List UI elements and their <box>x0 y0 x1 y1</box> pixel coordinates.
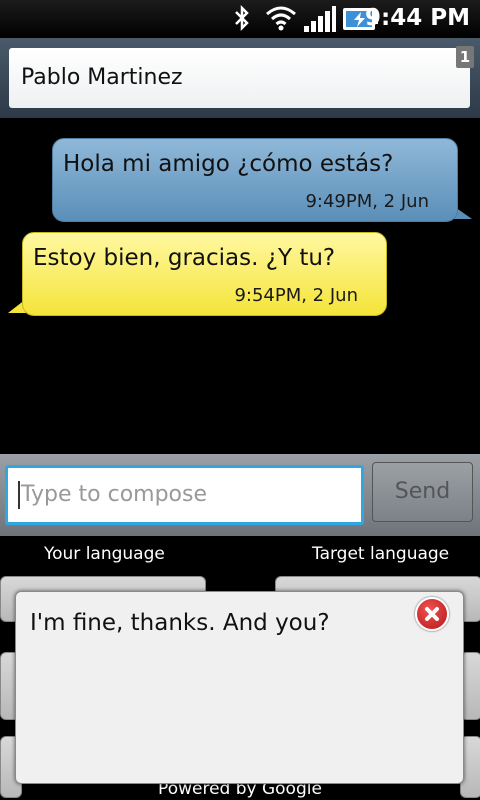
message-bubble-sent[interactable]: Hola mi amigo ¿cómo estás? 9:49PM, 2 Jun <box>52 138 458 222</box>
send-button[interactable]: Send <box>372 462 473 522</box>
compose-placeholder: Type to compose <box>21 482 208 507</box>
close-icon <box>425 607 439 621</box>
status-bar: 9:44 PM <box>0 0 480 38</box>
text-caret <box>18 481 20 509</box>
compose-bar: Type to compose Send <box>0 454 480 536</box>
signal-icon <box>303 4 337 38</box>
conversation-header: Pablo Martinez 1 <box>0 38 480 118</box>
recipient-field[interactable]: Pablo Martinez <box>9 48 470 108</box>
screen: 9:44 PM Pablo Martinez 1 Hola mi amigo ¿… <box>0 0 480 800</box>
your-language-label: Your language <box>44 544 165 564</box>
wifi-icon <box>264 4 298 36</box>
bluetooth-icon <box>232 4 252 36</box>
translation-popup: I'm fine, thanks. And you? <box>15 591 464 784</box>
clock: 9:44 PM <box>365 5 470 31</box>
message-text: Estoy bien, gracias. ¿Y tu? <box>33 245 336 271</box>
message-bubble-received[interactable]: Estoy bien, gracias. ¿Y tu? 9:54PM, 2 Ju… <box>22 232 387 316</box>
message-timestamp: 9:54PM, 2 Jun <box>234 285 358 306</box>
close-popup-button[interactable] <box>415 597 449 631</box>
target-language-label: Target language <box>312 544 450 564</box>
message-count-badge: 1 <box>456 46 474 68</box>
translation-text: I'm fine, thanks. And you? <box>30 610 330 636</box>
compose-input[interactable]: Type to compose <box>5 465 364 525</box>
message-timestamp: 9:49PM, 2 Jun <box>305 191 429 212</box>
message-text: Hola mi amigo ¿cómo estás? <box>63 151 394 177</box>
